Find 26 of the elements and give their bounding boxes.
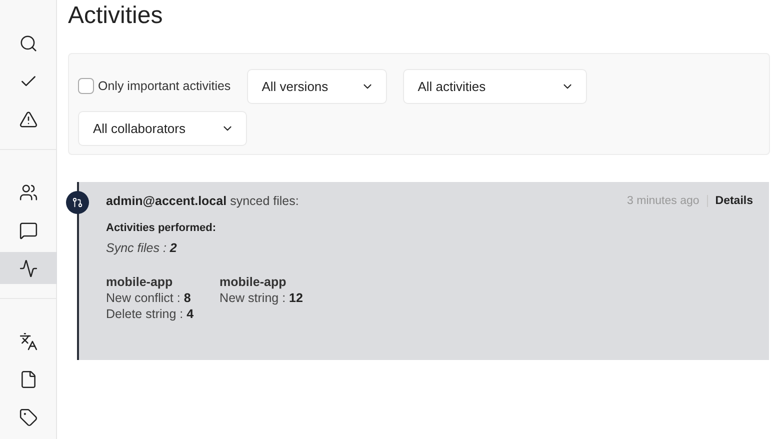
page-title: Activities	[68, 2, 164, 31]
select-dropdown[interactable]: All versions	[246, 69, 387, 104]
checkbox-label: Only important activities	[98, 79, 231, 93]
project-name: mobile-app	[106, 275, 174, 289]
timestamp: 3 minutes ago	[627, 195, 708, 207]
select-dropdown[interactable]: All activities	[402, 69, 587, 104]
translate-icon	[19, 332, 38, 350]
activity-icon	[19, 258, 38, 278]
project-name: mobile-app	[220, 275, 288, 289]
sidebar-item[interactable]	[0, 252, 57, 284]
branch-icon	[72, 197, 83, 208]
details-link[interactable]: Details	[708, 195, 753, 207]
warning-icon	[19, 110, 38, 128]
stat-line: Delete string : 4	[106, 307, 194, 321]
summary-stat: Sync files : 2	[106, 241, 178, 255]
section-heading: Activities performed:	[106, 222, 218, 234]
search-icon	[19, 34, 38, 52]
stat-line: New string : 12	[220, 291, 303, 305]
file-icon	[19, 370, 38, 388]
checkbox[interactable]	[78, 78, 94, 94]
tag-icon	[19, 408, 38, 426]
message-icon	[19, 220, 38, 240]
select-dropdown[interactable]: All collaborators	[78, 111, 247, 146]
activity-headline: admin@accent.local synced files:	[106, 194, 299, 208]
users-icon	[19, 182, 38, 202]
stat-line: New conflict : 8	[106, 291, 192, 305]
